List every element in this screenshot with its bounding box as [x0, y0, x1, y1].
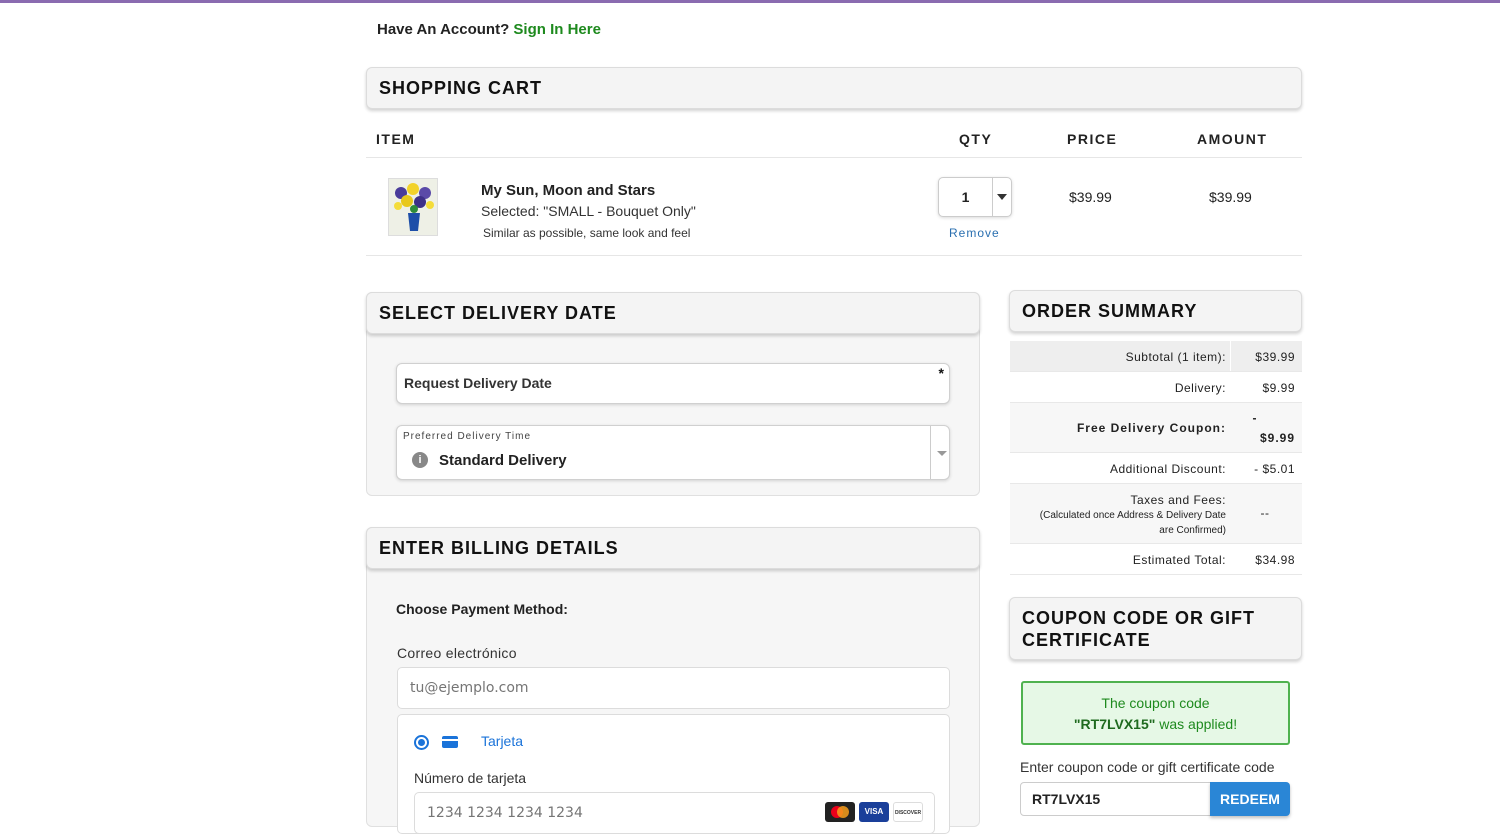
info-icon: i [412, 452, 428, 468]
coupon-code-input[interactable]: RT7LVX15 [1020, 782, 1211, 816]
coupon-code-text: "RT7LVX15" [1073, 716, 1156, 732]
coupon-message-line: "RT7LVX15" was applied! [1023, 714, 1288, 735]
mastercard-icon [825, 802, 855, 822]
request-delivery-date-field[interactable]: Request Delivery Date * [396, 363, 950, 404]
preferred-time-label: Preferred Delivery Time [403, 431, 532, 442]
preferred-delivery-time-select[interactable]: Preferred Delivery Time i Standard Deliv… [396, 425, 950, 480]
summary-row-subtotal: Subtotal (1 item): $39.99 [1010, 341, 1302, 372]
account-prompt: Have An Account? Sign In Here [377, 21, 601, 38]
summary-row-taxes: Taxes and Fees: (Calculated once Address… [1010, 484, 1302, 544]
top-accent-bar [0, 0, 1500, 3]
product-selection: Selected: "SMALL - Bouquet Only" [481, 203, 696, 219]
coupon-applied-message: The coupon code "RT7LVX15" was applied! [1021, 681, 1290, 745]
summary-label: Estimated Total: [1132, 553, 1226, 567]
coupon-header: COUPON CODE OR GIFT CERTIFICATE [1009, 597, 1302, 660]
summary-value: $9.99 [1262, 381, 1295, 395]
coupon-input-label: Enter coupon code or gift certificate co… [1020, 759, 1275, 775]
summary-row-delivery: Delivery: $9.99 [1010, 372, 1302, 403]
coupon-message-pre: The coupon code [1101, 695, 1210, 711]
column-amount: AMOUNT [1197, 131, 1268, 147]
summary-sublabel: (Calculated once Address & Delivery Date… [1039, 510, 1226, 536]
summary-value-sign: - [1252, 411, 1258, 425]
delivery-header: SELECT DELIVERY DATE [366, 292, 980, 334]
chevron-down-icon [937, 451, 947, 456]
column-item: ITEM [376, 131, 416, 147]
account-question: Have An Account? [377, 21, 510, 38]
required-marker: * [938, 365, 944, 381]
summary-label: Subtotal (1 item): [1125, 350, 1226, 364]
redeem-button[interactable]: REDEEM [1210, 782, 1290, 816]
summary-value: - $5.01 [1254, 462, 1295, 476]
order-summary-header: ORDER SUMMARY [1009, 290, 1302, 332]
credit-card-icon [442, 736, 458, 748]
product-note: Similar as possible, same look and feel [483, 226, 691, 240]
quantity-select[interactable]: 1 [938, 177, 1012, 217]
product-thumbnail[interactable] [388, 178, 438, 236]
chevron-down-icon [997, 194, 1007, 200]
coupon-message-post: was applied! [1159, 716, 1238, 732]
summary-label: Free Delivery Coupon: [1076, 421, 1226, 435]
row-separator [1230, 341, 1231, 371]
quantity-value: 1 [961, 189, 970, 205]
divider [366, 255, 1302, 256]
coupon-title: COUPON CODE OR GIFT CERTIFICATE [1022, 607, 1256, 650]
email-label: Correo electrónico [397, 645, 517, 661]
sign-in-link[interactable]: Sign In Here [513, 21, 601, 38]
preferred-time-value: Standard Delivery [439, 452, 567, 469]
summary-value: $9.99 [1259, 431, 1295, 445]
item-amount: $39.99 [1209, 189, 1252, 205]
remove-link[interactable]: Remove [949, 226, 1000, 240]
card-number-field[interactable] [414, 792, 935, 834]
request-date-label: Request Delivery Date [404, 375, 552, 391]
divider [366, 157, 1302, 158]
summary-label: Delivery: [1174, 381, 1226, 395]
discover-icon: DISCOVER [893, 802, 923, 822]
shopping-cart-header: SHOPPING CART [366, 67, 1302, 109]
card-number-label: Número de tarjeta [414, 770, 527, 786]
summary-value: -- [1260, 506, 1270, 520]
quantity-divider [992, 178, 993, 216]
item-price: $39.99 [1069, 189, 1112, 205]
card-radio[interactable] [414, 735, 429, 750]
payment-method-heading: Choose Payment Method: [396, 601, 568, 617]
product-name[interactable]: My Sun, Moon and Stars [481, 182, 655, 199]
column-qty: QTY [959, 131, 993, 147]
summary-value: $34.98 [1255, 553, 1295, 567]
summary-label: Additional Discount: [1109, 462, 1226, 476]
card-payment-option[interactable]: Tarjeta Número de tarjeta VISA DISCOVER [397, 714, 950, 834]
summary-row-total: Estimated Total: $34.98 [1010, 544, 1302, 575]
column-price: PRICE [1067, 131, 1118, 147]
email-field[interactable] [397, 667, 950, 709]
billing-header: ENTER BILLING DETAILS [366, 527, 980, 569]
summary-row-coupon: Free Delivery Coupon: - $9.99 [1010, 403, 1302, 453]
visa-icon: VISA [859, 802, 889, 822]
card-method-label[interactable]: Tarjeta [481, 733, 523, 749]
summary-label: Taxes and Fees: [1130, 493, 1226, 507]
select-divider [930, 426, 931, 479]
summary-value: $39.99 [1255, 350, 1295, 364]
summary-row-discount: Additional Discount: - $5.01 [1010, 453, 1302, 484]
